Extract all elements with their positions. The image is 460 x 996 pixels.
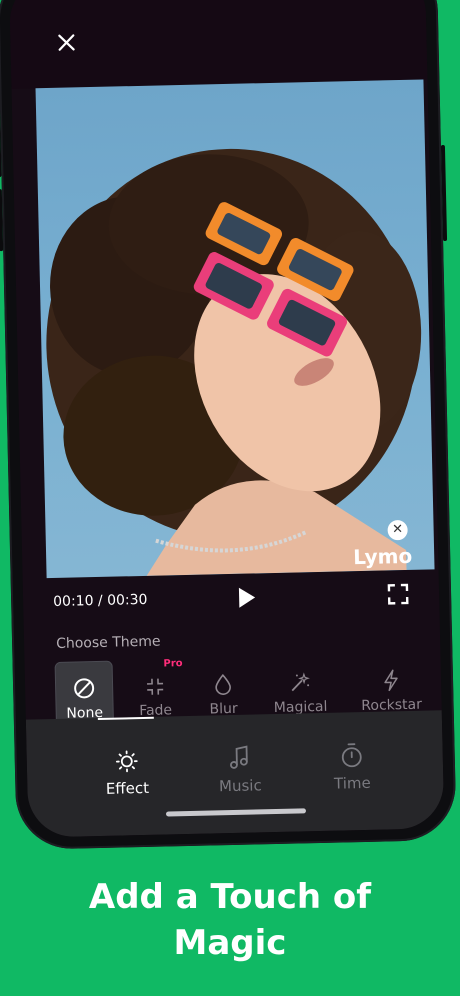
bottom-tab-bar: Effect Music Time [25,710,445,838]
promo-headline: Add a Touch of Magic [0,874,460,966]
preview-image [46,148,422,576]
tab-effect-label: Effect [105,778,150,798]
sun-icon [115,750,138,773]
tab-music-label: Music [218,776,262,796]
app-screen: ✕ Lymo 00:10 / 00:30 Choose Theme None P… [8,0,445,838]
choose-theme-label: Choose Theme [55,633,161,652]
fullscreen-icon [387,583,409,605]
home-indicator [165,808,307,817]
phone-mockup: ✕ Lymo 00:10 / 00:30 Choose Theme None P… [0,0,457,850]
phone-power-button [440,144,448,242]
playback-controls: 00:10 / 00:30 [43,572,430,621]
time-display: 00:10 / 00:30 [52,591,148,611]
lightning-icon [384,669,398,692]
droplet-icon [215,673,231,695]
video-preview[interactable]: ✕ Lymo [35,79,435,579]
no-effect-icon [74,678,95,699]
play-icon [238,587,256,608]
stopwatch-icon [341,743,362,768]
tab-music[interactable]: Music [184,714,296,796]
close-button[interactable] [54,30,79,55]
promo-headline-line1: Add a Touch of [88,877,372,917]
close-icon [58,34,75,51]
watermark-label: Lymo [352,543,413,570]
promo-headline-line2: Magic [173,923,287,963]
pro-badge: Pro [163,658,183,670]
tab-time-label: Time [333,773,371,793]
tab-effect[interactable]: Effect [71,716,183,798]
phone-volume-up-button [0,115,2,178]
tab-time[interactable]: Time [296,711,408,793]
play-button[interactable] [233,584,260,611]
phone-volume-down-button [0,189,4,252]
fade-icon [147,678,164,695]
top-bar [8,0,428,89]
fullscreen-button[interactable] [387,583,409,605]
music-note-icon [230,745,248,769]
magic-wand-icon [291,672,310,692]
